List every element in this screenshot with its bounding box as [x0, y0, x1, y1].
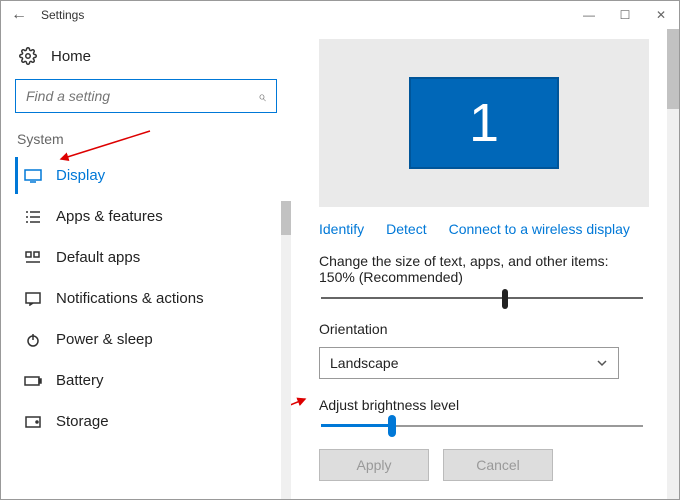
- main-scrollbar[interactable]: [667, 29, 679, 500]
- list-icon: [24, 210, 42, 224]
- close-button[interactable]: ✕: [643, 1, 679, 29]
- sidebar-item-notify[interactable]: Notifications & actions: [15, 280, 277, 317]
- sidebar-item-battery[interactable]: Battery: [15, 362, 277, 399]
- sidebar-item-label: Storage: [56, 413, 109, 430]
- brightness-slider[interactable]: [321, 425, 643, 427]
- chevron-down-icon: [596, 357, 608, 369]
- sidebar-item-display[interactable]: Display: [15, 157, 277, 194]
- display-icon: [24, 169, 42, 183]
- sidebar-item-label: Default apps: [56, 249, 140, 266]
- detect-link[interactable]: Detect: [386, 221, 426, 237]
- window-title: Settings: [41, 8, 84, 22]
- scrollbar-thumb[interactable]: [667, 29, 679, 109]
- slider-thumb[interactable]: [388, 415, 396, 437]
- apply-button[interactable]: Apply: [319, 449, 429, 481]
- titlebar: ← Settings — ☐ ✕: [1, 1, 679, 29]
- sidebar-scrollbar[interactable]: [281, 201, 291, 500]
- monitor-1[interactable]: 1: [409, 77, 559, 169]
- sidebar-item-label: Apps & features: [56, 208, 163, 225]
- sidebar-item-label: Notifications & actions: [56, 290, 204, 307]
- orientation-label: Orientation: [319, 321, 645, 337]
- battery-icon: [24, 375, 42, 387]
- search-icon: ⌕: [258, 88, 266, 105]
- maximize-button[interactable]: ☐: [607, 1, 643, 29]
- search-field[interactable]: [26, 88, 258, 104]
- settings-window: ← Settings — ☐ ✕ Home ⌕ System Display Ap…: [0, 0, 680, 500]
- minimize-button[interactable]: —: [571, 1, 607, 29]
- storage-icon: [24, 416, 42, 428]
- main-panel: 1 Identify Detect Connect to a wireless …: [291, 29, 679, 500]
- scale-slider[interactable]: [321, 297, 643, 299]
- annotation-arrow-icon: [291, 369, 309, 449]
- sidebar-item-list[interactable]: Apps & features: [15, 198, 277, 235]
- connect-wireless-link[interactable]: Connect to a wireless display: [449, 221, 630, 237]
- scrollbar-thumb[interactable]: [281, 201, 291, 235]
- sidebar-item-storage[interactable]: Storage: [15, 403, 277, 440]
- home-nav[interactable]: Home: [15, 37, 277, 79]
- notify-icon: [24, 292, 42, 306]
- home-label: Home: [51, 48, 91, 65]
- back-button[interactable]: ←: [5, 6, 33, 24]
- slider-thumb[interactable]: [502, 289, 508, 309]
- power-icon: [24, 332, 42, 348]
- section-label: System: [17, 131, 275, 147]
- orientation-dropdown[interactable]: Landscape: [319, 347, 619, 379]
- identify-link[interactable]: Identify: [319, 221, 364, 237]
- sidebar-item-power[interactable]: Power & sleep: [15, 321, 277, 358]
- cancel-button[interactable]: Cancel: [443, 449, 553, 481]
- orientation-value: Landscape: [330, 355, 399, 371]
- sidebar-item-label: Battery: [56, 372, 104, 389]
- sidebar-item-label: Display: [56, 167, 105, 184]
- display-preview: 1: [319, 39, 649, 207]
- sidebar: Home ⌕ System Display Apps & features Defa…: [1, 29, 291, 500]
- search-input[interactable]: ⌕: [15, 79, 277, 113]
- sidebar-item-defaults[interactable]: Default apps: [15, 239, 277, 276]
- brightness-label: Adjust brightness level: [319, 397, 645, 413]
- sidebar-item-label: Power & sleep: [56, 331, 153, 348]
- scale-label: Change the size of text, apps, and other…: [319, 253, 645, 285]
- defaults-icon: [24, 251, 42, 265]
- gear-icon: [19, 47, 37, 65]
